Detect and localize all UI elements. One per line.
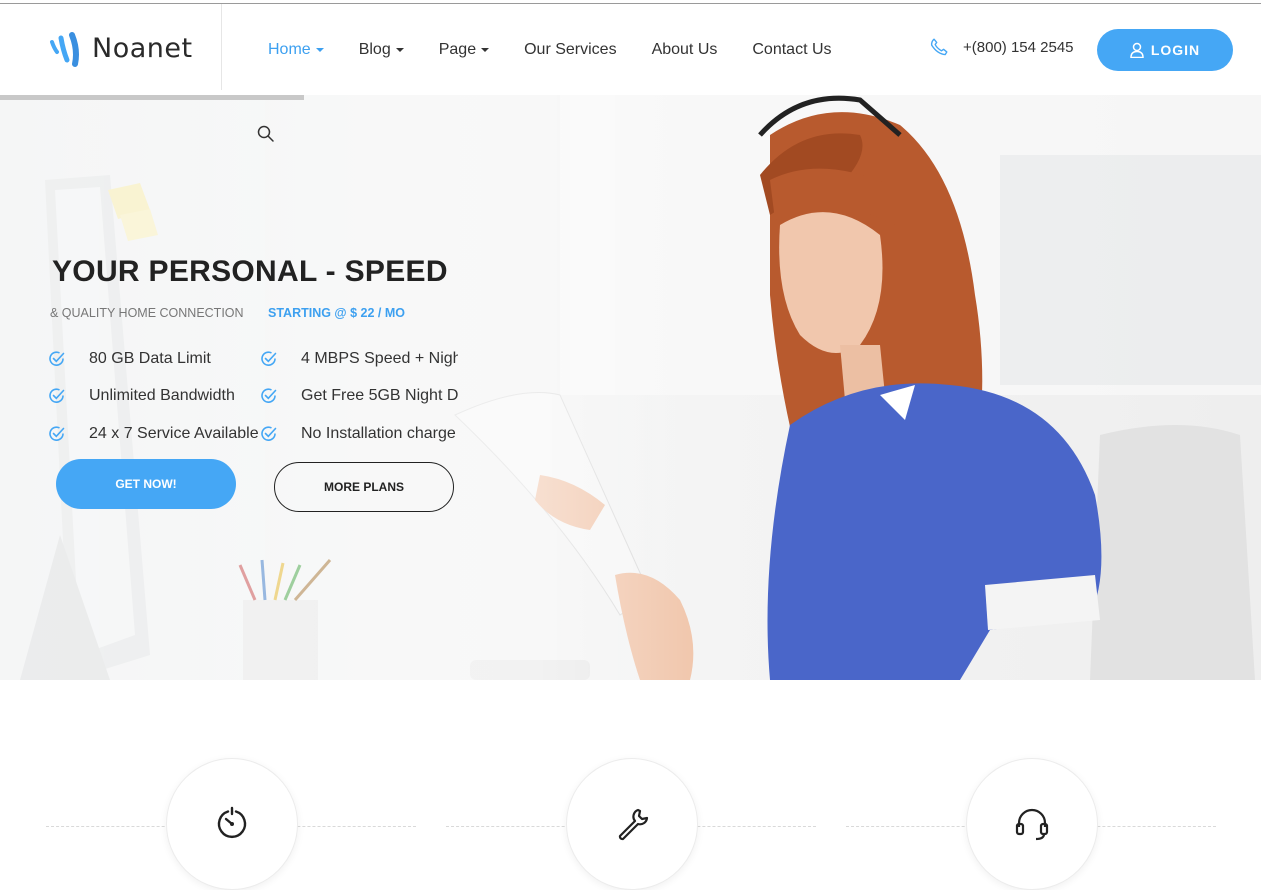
user-icon bbox=[1130, 42, 1144, 58]
check-circle-icon bbox=[261, 388, 277, 403]
service-card-support[interactable] bbox=[566, 758, 698, 890]
site-header: Noanet Home Blog Page Our Services About… bbox=[0, 4, 1261, 95]
list-item: No Installation charge bbox=[260, 425, 456, 443]
phone-icon bbox=[930, 38, 948, 56]
hero-banner: YOUR PERSONAL - SPEED & QUALITY HOME CON… bbox=[0, 95, 1261, 680]
more-plans-button[interactable]: MORE PLANS bbox=[274, 462, 454, 512]
speedometer-icon bbox=[217, 806, 247, 838]
phone-number[interactable]: +(800) 154 2545 bbox=[963, 39, 1074, 56]
nav-item-blog[interactable]: Blog bbox=[359, 38, 404, 62]
feature-label: 80 GB Data Limit bbox=[89, 350, 211, 367]
nav-item-about-us[interactable]: About Us bbox=[652, 38, 718, 62]
nav-item-contact-us[interactable]: Contact Us bbox=[752, 38, 831, 62]
check-circle-icon bbox=[49, 388, 65, 403]
list-item: 4 MBPS Speed + Night bbox=[260, 350, 458, 368]
nav-item-page[interactable]: Page bbox=[438, 38, 490, 62]
wrench-icon bbox=[618, 808, 649, 841]
nav-item-label: Blog bbox=[358, 41, 391, 58]
feature-label: 4 MBPS Speed + Night bbox=[301, 350, 458, 367]
get-now-button[interactable]: GET NOW! bbox=[56, 459, 236, 509]
nav-item-label: Contact Us bbox=[752, 41, 832, 58]
logo[interactable]: Noanet bbox=[0, 4, 222, 90]
login-label: LOGIN bbox=[1150, 42, 1201, 58]
feature-label: Unlimited Bandwidth bbox=[89, 387, 235, 404]
nav-item-label: Our Services bbox=[524, 41, 617, 58]
hero-title: YOUR PERSONAL - SPEED bbox=[52, 255, 448, 288]
check-circle-icon bbox=[49, 426, 65, 441]
headset-icon bbox=[1015, 808, 1049, 841]
nav-item-label: About Us bbox=[651, 41, 718, 58]
nav-item-label: Page bbox=[438, 41, 477, 58]
nav-item-our-services[interactable]: Our Services bbox=[524, 38, 616, 62]
feature-label: 24 x 7 Service Available bbox=[89, 425, 259, 442]
feature-label: Get Free 5GB Night D bbox=[301, 387, 458, 404]
check-circle-icon bbox=[261, 351, 277, 366]
list-item: Unlimited Bandwidth bbox=[48, 387, 235, 405]
main-nav: Home Blog Page Our Services About Us Con… bbox=[268, 38, 867, 62]
list-item: Get Free 5GB Night D bbox=[260, 387, 458, 405]
loading-bar bbox=[0, 95, 304, 100]
check-circle-icon bbox=[49, 351, 65, 366]
hero-price: STARTING @ $ 22 / MO bbox=[268, 306, 405, 320]
login-button[interactable]: LOGIN bbox=[1097, 29, 1233, 71]
feature-list: 80 GB Data Limit Unlimited Bandwidth 24 … bbox=[48, 350, 458, 460]
feature-label: No Installation charge bbox=[301, 425, 456, 442]
service-card-speed[interactable] bbox=[166, 758, 298, 890]
hero-subtitle: & QUALITY HOME CONNECTION bbox=[50, 306, 244, 320]
chevron-down-icon bbox=[481, 48, 490, 52]
service-card-helpdesk[interactable] bbox=[966, 758, 1098, 890]
chevron-down-icon bbox=[395, 48, 404, 52]
nav-item-home[interactable]: Home bbox=[268, 38, 324, 62]
chevron-down-icon bbox=[315, 48, 324, 52]
check-circle-icon bbox=[261, 426, 277, 441]
search-icon[interactable] bbox=[257, 125, 275, 143]
list-item: 24 x 7 Service Available bbox=[48, 425, 259, 443]
brand-name: Noanet bbox=[92, 33, 193, 64]
list-item: 80 GB Data Limit bbox=[48, 350, 211, 368]
nav-item-label: Home bbox=[268, 41, 311, 58]
logo-mark-icon bbox=[50, 32, 79, 67]
